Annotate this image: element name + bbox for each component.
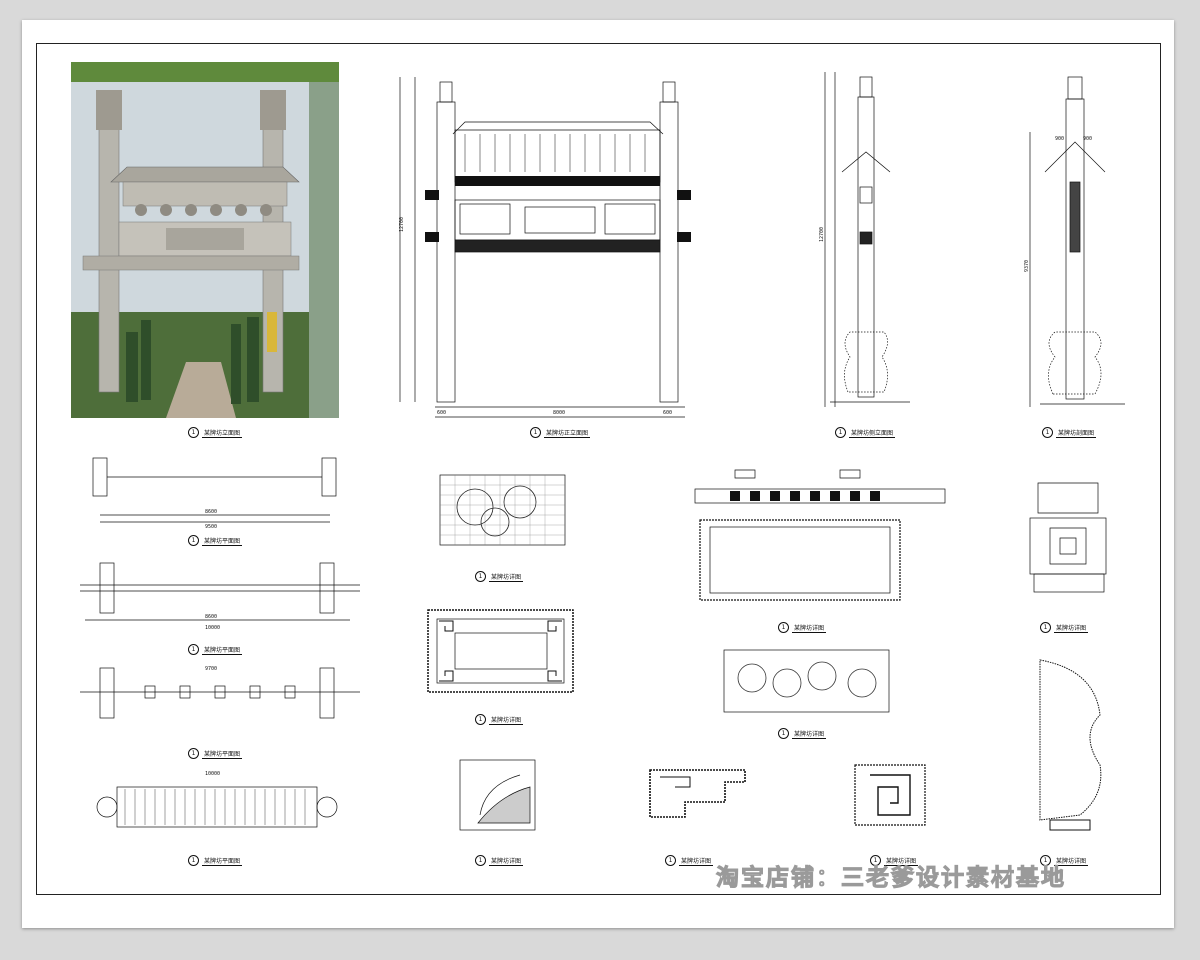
beam-detail	[694, 469, 946, 601]
side-elevation: 12700	[819, 72, 910, 407]
caption-detail-6: 1 某牌坊详图	[665, 855, 714, 866]
caption-detail-8: 1 某牌坊详图	[1040, 622, 1089, 633]
svg-text:10000: 10000	[205, 771, 220, 777]
svg-text:12700: 12700	[819, 227, 825, 242]
caption-section: 1 某牌坊剖面图	[1042, 427, 1097, 438]
plan-view-4: 10000	[96, 771, 338, 828]
svg-text:9700: 9700	[205, 666, 217, 672]
svg-text:900: 900	[1083, 136, 1092, 142]
watermark: 淘宝店铺：三老爹设计素材基地	[716, 865, 1066, 892]
svg-text:600: 600	[663, 410, 672, 416]
svg-text:10000: 10000	[205, 625, 220, 631]
archway-photo	[71, 62, 339, 418]
caption-front: 1 某牌坊正立面图	[530, 427, 591, 438]
carving-detail-1	[439, 474, 566, 546]
bracket-detail	[459, 759, 536, 831]
fret-detail-1	[649, 769, 746, 818]
caption-detail-5: 1 某牌坊详图	[778, 728, 827, 739]
section-elevation: 9370 900 900	[1024, 76, 1125, 407]
plan-view-2: 8600 10000	[80, 562, 360, 631]
caption-detail-3: 1 某牌坊详图	[475, 855, 524, 866]
svg-text:8000: 8000	[553, 410, 565, 416]
svg-text:8600: 8600	[205, 509, 217, 515]
front-elevation: 600 8000 600 12700	[399, 77, 691, 418]
caption-photo: 1 某牌坊立面图	[188, 427, 243, 438]
caption-plan1: 1 某牌坊平面图	[188, 535, 243, 546]
caption-plan2: 1 某牌坊平面图	[188, 644, 243, 655]
svg-text:8600: 8600	[205, 614, 217, 620]
svg-text:9370: 9370	[1024, 260, 1030, 272]
carving-detail-2	[723, 649, 890, 713]
drum-stone-detail	[1039, 659, 1102, 831]
caption-plan4: 1 某牌坊平面图	[188, 855, 243, 866]
plan-view-3: 9700	[80, 666, 360, 719]
svg-text:600: 600	[437, 410, 446, 416]
caption-side: 1 某牌坊侧立面图	[835, 427, 896, 438]
svg-text:9500: 9500	[205, 524, 217, 530]
svg-text:12700: 12700	[399, 217, 405, 232]
caption-detail-4: 1 某牌坊详图	[778, 622, 827, 633]
caption-plan3: 1 某牌坊平面图	[188, 748, 243, 759]
plan-view-1: 8600 9500	[92, 457, 337, 530]
svg-text:900: 900	[1055, 136, 1064, 142]
panel-detail	[427, 609, 574, 693]
capital-detail	[1029, 482, 1107, 593]
caption-detail-2: 1 某牌坊详图	[475, 714, 524, 725]
fret-detail-2	[854, 764, 926, 826]
caption-detail-1: 1 某牌坊详图	[475, 571, 524, 582]
